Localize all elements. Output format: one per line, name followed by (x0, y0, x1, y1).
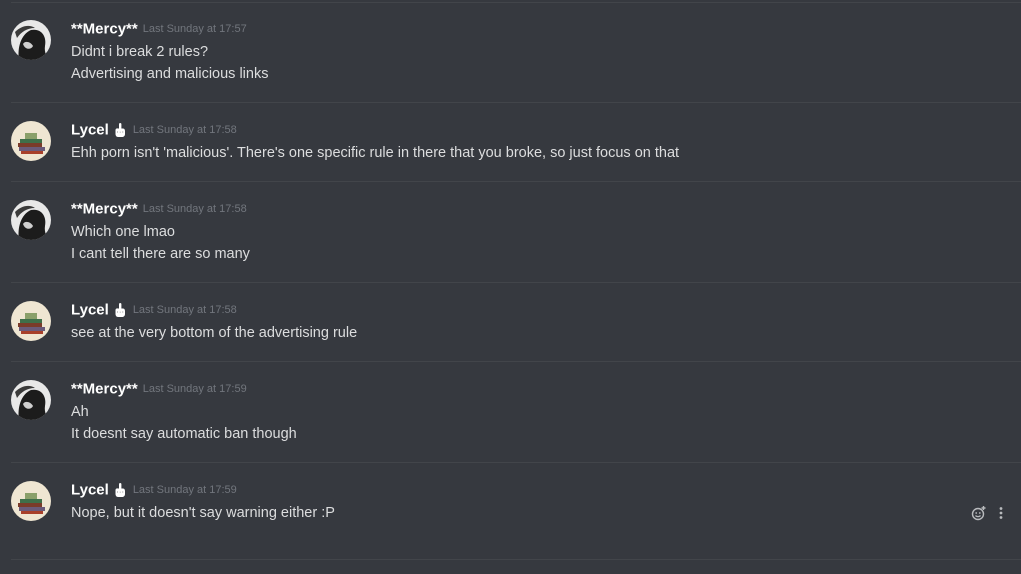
lycel-avatar[interactable] (11, 301, 51, 341)
username[interactable]: Lycel (71, 481, 109, 498)
username[interactable]: **Mercy** (71, 380, 138, 397)
divider (11, 2, 1021, 3)
middle-finger-icon (112, 302, 128, 318)
divider (11, 102, 1021, 103)
mercy-avatar[interactable] (11, 380, 51, 420)
username[interactable]: **Mercy** (71, 200, 138, 217)
timestamp: Last Sunday at 17:57 (142, 22, 247, 35)
divider (11, 462, 1021, 463)
timestamp: Last Sunday at 17:58 (132, 303, 237, 316)
username[interactable]: Lycel (71, 121, 109, 138)
middle-finger-icon (112, 482, 128, 498)
message-actions (971, 504, 1009, 522)
message-text: Nope, but it doesn't say warning either … (71, 505, 335, 521)
username[interactable]: Lycel (71, 301, 109, 318)
middle-finger-icon (112, 122, 128, 138)
chat-messages: **Mercy** Last Sunday at 17:57 Didnt i br… (0, 0, 1021, 574)
username[interactable]: **Mercy** (71, 20, 138, 37)
message-text: I cant tell there are so many (71, 246, 250, 262)
lycel-avatar[interactable] (11, 121, 51, 161)
timestamp: Last Sunday at 17:58 (142, 202, 247, 215)
message-text: Didnt i break 2 rules? (71, 44, 209, 60)
message-text: It doesnt say automatic ban though (71, 426, 297, 442)
mercy-avatar[interactable] (11, 20, 51, 60)
message-text: see at the very bottom of the advertisin… (71, 325, 358, 341)
timestamp: Last Sunday at 17:58 (132, 123, 237, 136)
message-text: Ehh porn isn't 'malicious'. There's one … (71, 145, 680, 161)
divider (11, 282, 1021, 283)
more-options-icon[interactable] (993, 505, 1009, 521)
timestamp: Last Sunday at 17:59 (142, 382, 247, 395)
divider (11, 559, 1021, 560)
lycel-avatar[interactable] (11, 481, 51, 521)
message-text: Ah (71, 404, 89, 420)
divider (11, 361, 1021, 362)
mercy-avatar[interactable] (11, 200, 51, 240)
divider (11, 181, 1021, 182)
add-reaction-icon[interactable] (971, 505, 987, 521)
message-text: Advertising and malicious links (71, 66, 269, 82)
timestamp: Last Sunday at 17:59 (132, 483, 237, 496)
message-text: Which one lmao (71, 224, 175, 240)
